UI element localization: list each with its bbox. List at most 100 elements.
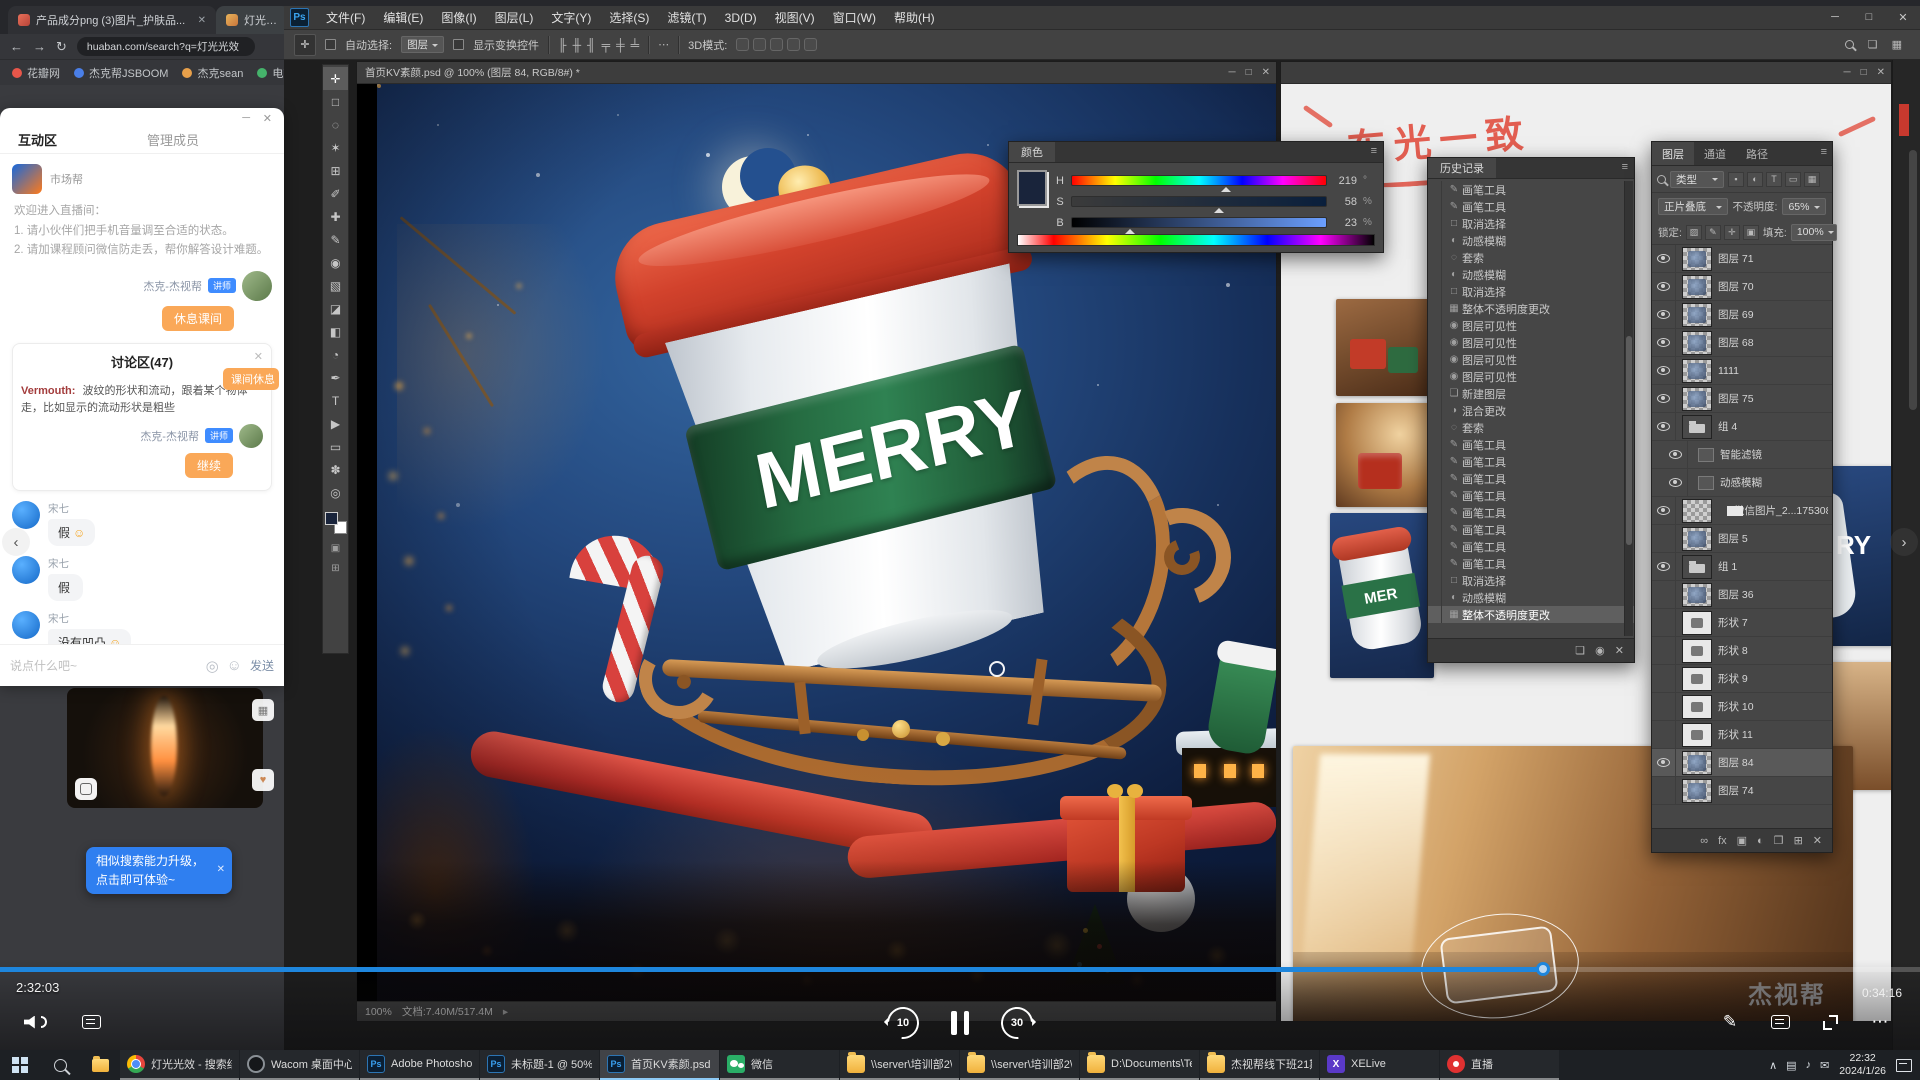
visibility-toggle[interactable] bbox=[1652, 245, 1676, 272]
translate-icon[interactable]: ◎ bbox=[206, 657, 219, 675]
path-select-tool[interactable]: ▶ bbox=[323, 412, 348, 435]
layer-row[interactable]: 图层 36 bbox=[1652, 581, 1832, 609]
screen-mode-icon[interactable]: ⊞ bbox=[331, 558, 339, 578]
tray-network-icon[interactable]: ▤ bbox=[1786, 1059, 1796, 1072]
layer-thumbnail[interactable] bbox=[1682, 695, 1712, 719]
continue-pill[interactable]: 继续 bbox=[185, 453, 233, 478]
similar-search-button[interactable] bbox=[75, 778, 97, 800]
like-icon[interactable]: ♥ bbox=[252, 769, 274, 791]
color-panel-tab[interactable]: 颜色 bbox=[1009, 142, 1055, 162]
visibility-toggle[interactable] bbox=[1652, 665, 1676, 692]
crop-tool[interactable]: ⊞ bbox=[323, 159, 348, 182]
history-entry[interactable]: ✎ 画笔工具 bbox=[1428, 470, 1634, 487]
document-titlebar[interactable]: 首页KV素颜.psd @ 100% (图层 84, RGB/8#) * ─ □ … bbox=[357, 62, 1276, 84]
color-slider[interactable] bbox=[1071, 217, 1327, 228]
history-entry[interactable]: ✎ 画笔工具 bbox=[1428, 181, 1634, 198]
align-top-icon[interactable]: ╤ bbox=[602, 38, 611, 52]
new-snapshot-icon[interactable]: ◉ bbox=[1595, 644, 1605, 657]
panel-menu-icon[interactable]: ≡ bbox=[1371, 145, 1377, 157]
menu-item[interactable]: 文字(Y) bbox=[542, 6, 600, 30]
menu-item[interactable]: 视图(V) bbox=[766, 6, 824, 30]
visibility-toggle[interactable] bbox=[1652, 777, 1676, 804]
taskbar-app[interactable]: 直播 bbox=[1440, 1050, 1559, 1080]
menu-item[interactable]: 图层(L) bbox=[486, 6, 543, 30]
layer-row[interactable]: 图层 70 bbox=[1652, 273, 1832, 301]
hand-tool[interactable]: ✽ bbox=[323, 458, 348, 481]
taskbar-app[interactable]: 首页KV素颜.psd ... bbox=[600, 1050, 719, 1080]
menu-item[interactable]: 选择(S) bbox=[600, 6, 658, 30]
layer-thumbnail[interactable] bbox=[1682, 247, 1712, 271]
layer-row[interactable]: 组 1 bbox=[1652, 553, 1832, 581]
maximize-icon[interactable]: □ bbox=[1852, 11, 1886, 24]
grid-icon[interactable]: ▦ bbox=[1892, 38, 1902, 51]
history-brush-tool[interactable]: ▧ bbox=[323, 274, 348, 297]
history-entry[interactable]: □ 取消选择 bbox=[1428, 572, 1634, 589]
reference-doc-titlebar[interactable]: ─ □ ✕ bbox=[1281, 62, 1891, 84]
status-caret-icon[interactable]: ▸ bbox=[503, 1006, 508, 1018]
pen-tool[interactable]: ✒ bbox=[323, 366, 348, 389]
panel-menu-icon[interactable]: ≡ bbox=[1821, 146, 1827, 158]
taskbar-app[interactable]: Wacom 桌面中心 bbox=[240, 1050, 359, 1080]
video-timeline[interactable] bbox=[0, 967, 1920, 972]
more-options-icon[interactable]: ⋯ bbox=[658, 38, 669, 51]
forward-30-button[interactable]: 30 bbox=[1000, 1006, 1034, 1040]
forward-icon[interactable]: → bbox=[33, 39, 46, 54]
visibility-toggle[interactable] bbox=[1652, 581, 1676, 608]
user-avatar[interactable] bbox=[12, 501, 40, 529]
menu-item[interactable]: 文件(F) bbox=[317, 6, 374, 30]
taskbar-app[interactable]: \\server\培训部2\... bbox=[840, 1050, 959, 1080]
history-entry[interactable]: ◌ 套索 bbox=[1428, 419, 1634, 436]
delete-state-icon[interactable]: ✕ bbox=[1615, 644, 1624, 657]
taskbar-app[interactable]: \\server\培训部2\... bbox=[960, 1050, 1079, 1080]
chat-titlebar[interactable]: ─ ✕ bbox=[0, 108, 284, 126]
filter-pixel-icon[interactable]: ▪ bbox=[1728, 172, 1744, 187]
promo-close-icon[interactable]: ✕ bbox=[217, 862, 225, 878]
type-tool[interactable]: T bbox=[323, 389, 348, 412]
taskbar-clock[interactable]: 22:32 2024/1/26 bbox=[1839, 1052, 1886, 1078]
rewind-10-button[interactable]: 10 bbox=[886, 1006, 920, 1040]
visibility-toggle[interactable] bbox=[1652, 273, 1676, 300]
layer-style-icon[interactable]: fx bbox=[1718, 835, 1727, 847]
layer-thumbnail[interactable] bbox=[1682, 779, 1712, 803]
healing-tool[interactable]: ✚ bbox=[323, 205, 348, 228]
layer-row[interactable]: 形状 11 bbox=[1652, 721, 1832, 749]
layer-thumbnail[interactable] bbox=[1682, 751, 1712, 775]
back-icon[interactable]: ← bbox=[10, 39, 23, 54]
history-entry[interactable]: □ 取消选择 bbox=[1428, 215, 1634, 232]
layer-row[interactable]: 形状 10 bbox=[1652, 693, 1832, 721]
carousel-prev-icon[interactable]: ‹ bbox=[2, 528, 30, 556]
reload-icon[interactable]: ↻ bbox=[56, 39, 67, 55]
magic-wand-tool[interactable]: ✶ bbox=[323, 136, 348, 159]
link-layers-icon[interactable]: ∞ bbox=[1700, 835, 1708, 847]
filter-search-icon[interactable] bbox=[1657, 175, 1666, 184]
board-icon[interactable]: ▦ bbox=[252, 699, 274, 721]
align-bottom-icon[interactable]: ╧ bbox=[631, 38, 640, 52]
browser-tab-2[interactable]: 灯光光效 -... bbox=[216, 6, 290, 34]
layer-thumbnail[interactable] bbox=[1682, 275, 1712, 299]
layer-row[interactable]: 形状 8 bbox=[1652, 637, 1832, 665]
add-mask-icon[interactable]: ▣ bbox=[1737, 834, 1747, 847]
doc-minimize-icon[interactable]: ─ bbox=[1843, 67, 1850, 78]
tab-close-icon[interactable]: ✕ bbox=[198, 15, 206, 26]
visibility-toggle[interactable] bbox=[1652, 385, 1676, 412]
visibility-toggle[interactable] bbox=[1652, 357, 1676, 384]
layer-thumbnail[interactable] bbox=[1682, 387, 1712, 411]
move-tool[interactable]: ✛ bbox=[323, 67, 348, 90]
layer-row[interactable]: 微信图片_2...175308 bbox=[1652, 497, 1832, 525]
history-entry[interactable]: ❏ 新建图层 bbox=[1428, 385, 1634, 402]
bookmark-item[interactable]: 杰克帮JSBOOM bbox=[74, 65, 168, 81]
user-avatar[interactable] bbox=[12, 556, 40, 584]
visibility-toggle[interactable] bbox=[1652, 637, 1676, 664]
gradient-tool[interactable]: ◧ bbox=[323, 320, 348, 343]
more-icon[interactable]: ⋯ bbox=[1870, 1012, 1890, 1032]
carousel-next-icon[interactable]: › bbox=[1890, 528, 1918, 556]
align-center-icon[interactable]: ╫ bbox=[573, 38, 582, 52]
layer-row[interactable]: 图层 74 bbox=[1652, 777, 1832, 805]
fill-dropdown[interactable]: 100% bbox=[1791, 224, 1837, 241]
clone-stamp-tool[interactable]: ◉ bbox=[323, 251, 348, 274]
auto-select-checkbox[interactable] bbox=[325, 39, 336, 50]
doc-maximize-icon[interactable]: □ bbox=[1861, 67, 1867, 78]
menu-item[interactable]: 滤镜(T) bbox=[658, 6, 715, 30]
history-entry[interactable]: ◉ 图层可见性 bbox=[1428, 368, 1634, 385]
doc-minimize-icon[interactable]: ─ bbox=[1228, 67, 1235, 78]
